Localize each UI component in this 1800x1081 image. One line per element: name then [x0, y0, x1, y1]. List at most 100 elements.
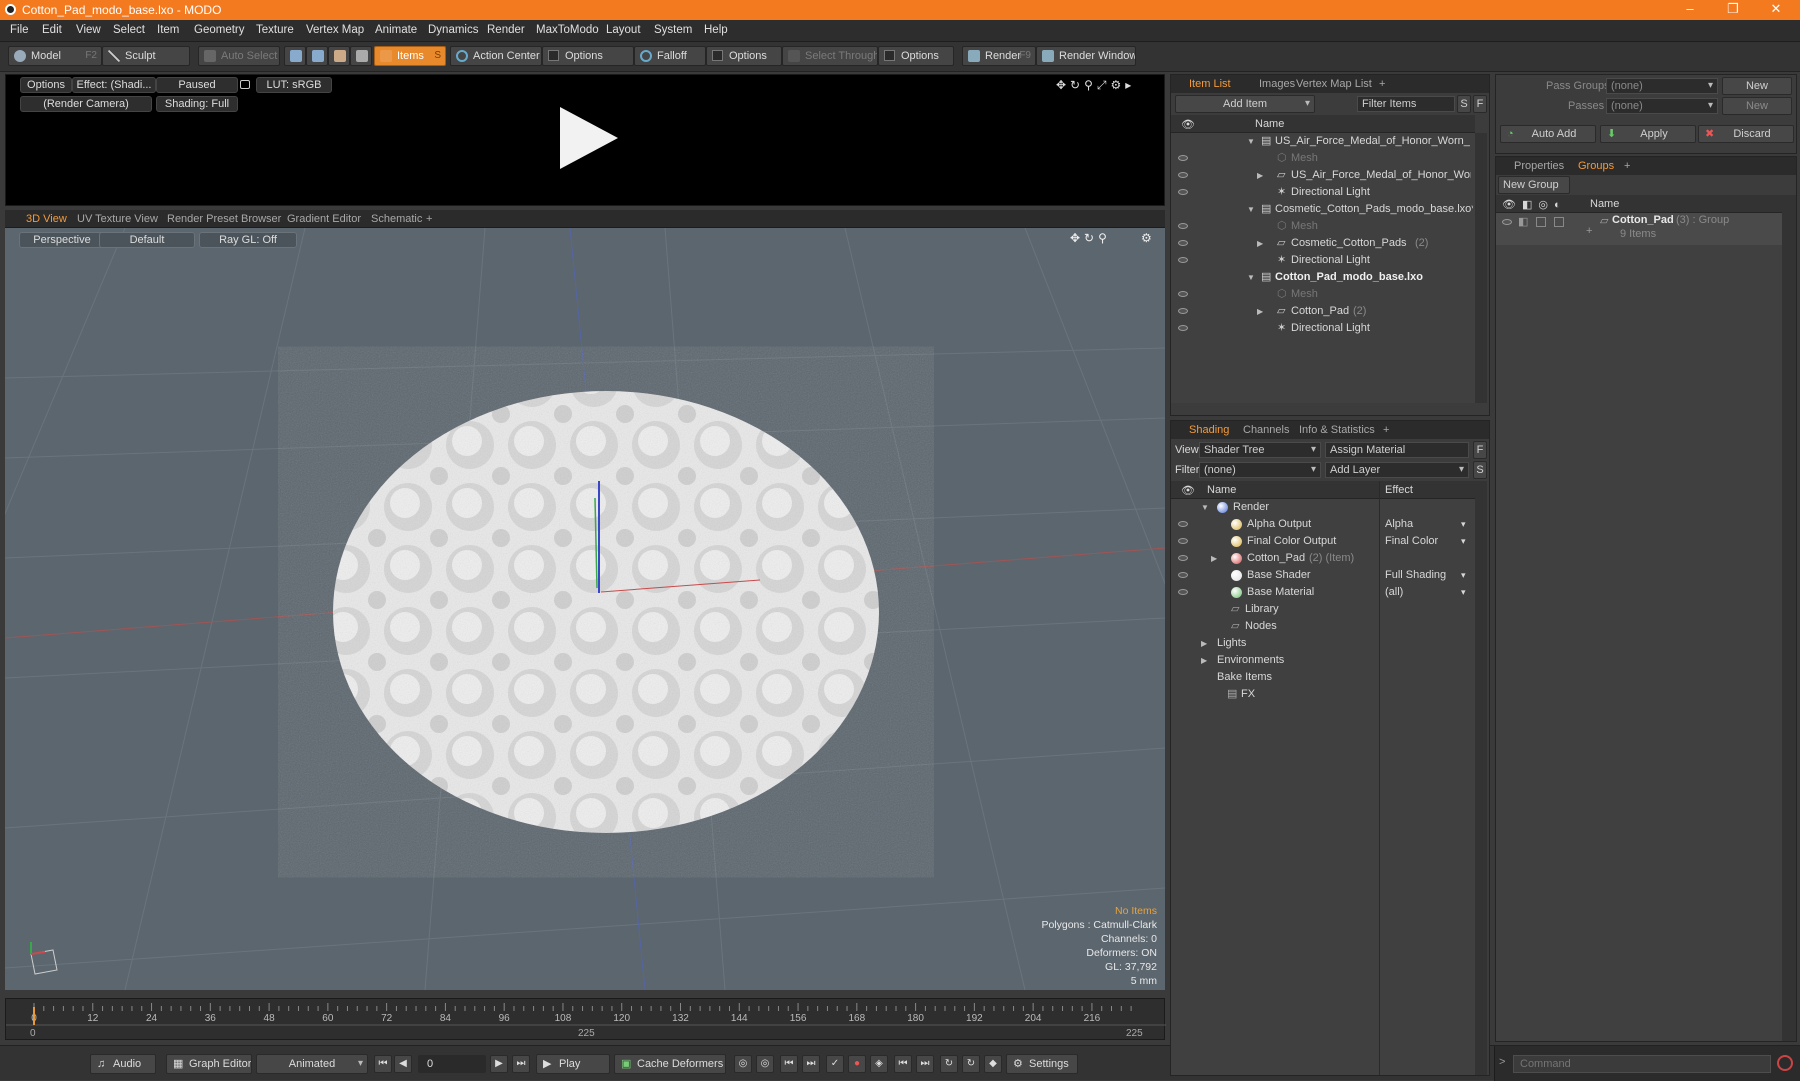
shader-tree-row[interactable]: Bake Items [1171, 669, 1475, 686]
passes-dropdown[interactable]: (none) [1606, 98, 1718, 114]
minimize-button[interactable]: – [1670, 1, 1710, 16]
play-button[interactable]: ▶ Play [536, 1054, 610, 1074]
key-all-icon[interactable]: ◎ [756, 1055, 774, 1073]
expand-icon[interactable]: ▶ [1257, 235, 1263, 252]
shader-tree-row[interactable]: ▶ Cotton_Pad (2) (Item) [1171, 550, 1475, 567]
menu-geometry[interactable]: Geometry [194, 24, 245, 36]
assign-material-button[interactable]: Assign Material [1325, 442, 1469, 458]
view-dropdown[interactable]: Shader Tree [1199, 442, 1321, 458]
filter-items-input[interactable]: Filter Items [1357, 96, 1455, 112]
tab-vertex-map-list[interactable]: Vertex Map List [1296, 78, 1372, 90]
visibility-eye-icon[interactable] [1178, 257, 1188, 263]
item-list-row[interactable]: ▼ ▤ Cotton_Pad_modo_base.lxo [1171, 269, 1475, 286]
pass-groups-dropdown[interactable]: (none) [1606, 78, 1718, 94]
auto-select-button[interactable]: Auto Select [198, 46, 280, 66]
expand-icon[interactable]: ▶ [1257, 303, 1263, 320]
menu-help[interactable]: Help [704, 24, 728, 36]
effect-dropdown[interactable]: Full Shading [1385, 567, 1473, 584]
select-options-button[interactable]: Options [878, 46, 954, 66]
item-list-row[interactable]: ▼ ▤ US_Air_Force_Medal_of_Honor_Worn_ ... [1171, 133, 1475, 150]
materials-mode-button[interactable] [350, 46, 372, 66]
shader-tree-row[interactable]: ▶ Environments [1171, 652, 1475, 669]
shader-tree-row[interactable]: Alpha Output Alpha ▾ [1171, 516, 1475, 533]
3d-viewport[interactable]: Perspective Default Ray GL: Off ✥↻⚲ ⚙ No… [5, 228, 1165, 990]
tab-channels[interactable]: Channels [1243, 424, 1289, 436]
expand-icon[interactable]: ▶ [1211, 550, 1217, 567]
item-list-row[interactable]: ▶ ▱ Cosmetic_Cotton_Pads (2) [1171, 235, 1475, 252]
model-button[interactable]: Model F2 [8, 46, 102, 66]
groups-scrollbar[interactable] [1782, 195, 1796, 1041]
expand-icon[interactable]: ▼ [1201, 499, 1209, 516]
sculpt-button[interactable]: Sculpt [102, 46, 190, 66]
expand-icon[interactable]: + [1586, 225, 1592, 237]
add-item-dropdown[interactable]: Add Item [1175, 95, 1315, 113]
graph-editor-button[interactable]: ▦ Graph Editor [166, 1054, 252, 1074]
new-pass-group-button[interactable]: New [1722, 77, 1792, 95]
visibility-eye-icon[interactable] [1178, 155, 1188, 161]
menu-maxtomodo[interactable]: MaxToModo [536, 24, 599, 36]
select-checkbox[interactable] [1554, 217, 1564, 227]
close-button[interactable]: ✕ [1756, 1, 1796, 17]
visibility-eye-icon[interactable] [1178, 240, 1188, 246]
tab-shading[interactable]: Shading [1189, 424, 1229, 436]
add-layer-dropdown[interactable]: Add Layer [1325, 462, 1469, 478]
item-list-row[interactable]: ⬡ Mesh [1171, 286, 1475, 303]
item-list-row[interactable]: ⬡ Mesh [1171, 218, 1475, 235]
discard-button[interactable]: ✖ Discard [1698, 125, 1794, 143]
shader-tree-row[interactable]: ▱ Nodes [1171, 618, 1475, 635]
tab-uv-texture-view[interactable]: UV Texture View [77, 213, 158, 225]
tab-gradient-editor[interactable]: Gradient Editor [287, 213, 361, 225]
shading-default-dropdown[interactable]: Default [99, 232, 195, 248]
visibility-eye-icon[interactable] [1178, 172, 1188, 178]
item-list-row[interactable]: ▼ ▤ Cosmetic_Cotton_Pads_modo_base.lxo* [1171, 201, 1475, 218]
shading-f-button[interactable]: F [1473, 441, 1487, 459]
item-list-row[interactable]: ✶ Directional Light [1171, 252, 1475, 269]
shader-tree-row[interactable]: ▱ Library [1171, 601, 1475, 618]
auto-key-icon[interactable]: ✓ [826, 1055, 844, 1073]
add-tab-button[interactable]: + [1383, 424, 1389, 436]
menu-system[interactable]: System [654, 24, 692, 36]
item-list-row[interactable]: ✶ Directional Light [1171, 184, 1475, 201]
step-forward-icon[interactable]: ▶ [490, 1055, 508, 1073]
options-checkbox[interactable] [884, 50, 895, 61]
add-tab-button[interactable]: + [426, 213, 432, 225]
falloff-button[interactable]: Falloff [634, 46, 706, 66]
tab-3d-view[interactable]: 3D View [26, 213, 67, 225]
viewport-settings-icon[interactable]: ⚙ [1141, 231, 1152, 245]
visibility-eye-icon[interactable] [1178, 325, 1188, 331]
shader-tree-row[interactable]: Final Color Output Final Color ▾ [1171, 533, 1475, 550]
options-checkbox[interactable] [548, 50, 559, 61]
shader-tree-row[interactable]: ▤ FX [1171, 686, 1475, 703]
shader-tree-scrollbar[interactable] [1475, 481, 1487, 1075]
next-key-icon[interactable]: ⏭ [802, 1055, 820, 1073]
prev-key-icon[interactable]: ⏮ [780, 1055, 798, 1073]
loop-icon[interactable]: ↻ [962, 1055, 980, 1073]
settings-button[interactable]: ⚙ Settings [1006, 1054, 1078, 1074]
lock-icon[interactable] [240, 80, 250, 89]
lock-checkbox[interactable] [1536, 217, 1546, 227]
visibility-eye-icon[interactable] [1178, 538, 1188, 544]
stop-command-icon[interactable] [1777, 1055, 1793, 1071]
preview-lut-dropdown[interactable]: LUT: sRGB [256, 77, 332, 93]
key-icon[interactable]: ◎ [734, 1055, 752, 1073]
prev-marker-icon[interactable]: ⏮ [894, 1055, 912, 1073]
add-tab-button[interactable]: + [1624, 160, 1630, 172]
polygons-mode-button[interactable] [328, 46, 350, 66]
timeline-playhead[interactable] [33, 1007, 35, 1025]
menu-texture[interactable]: Texture [256, 24, 294, 36]
menu-vertex-map[interactable]: Vertex Map [306, 24, 364, 36]
visibility-eye-icon[interactable] [1178, 291, 1188, 297]
shader-tree-row[interactable]: ▶ Lights [1171, 635, 1475, 652]
effect-dropdown[interactable]: Final Color [1385, 533, 1473, 550]
falloff-options-button[interactable]: Options [706, 46, 782, 66]
go-to-start-icon[interactable]: ⏮ [374, 1055, 392, 1073]
expand-icon[interactable]: ▶ [1257, 167, 1263, 184]
preview-effect-dropdown[interactable]: Effect: (Shadi... [72, 77, 156, 93]
menu-file[interactable]: File [10, 24, 29, 36]
auto-add-button[interactable]: ◔ Auto Add [1500, 125, 1596, 143]
preview-camera-dropdown[interactable]: (Render Camera) [20, 96, 152, 112]
item-list-row[interactable]: ▶ ▱ US_Air_Force_Medal_of_Honor_Worn... [1171, 167, 1475, 184]
visibility-eye-icon[interactable] [1178, 308, 1188, 314]
menu-layout[interactable]: Layout [606, 24, 641, 36]
play-icon[interactable] [556, 105, 620, 171]
